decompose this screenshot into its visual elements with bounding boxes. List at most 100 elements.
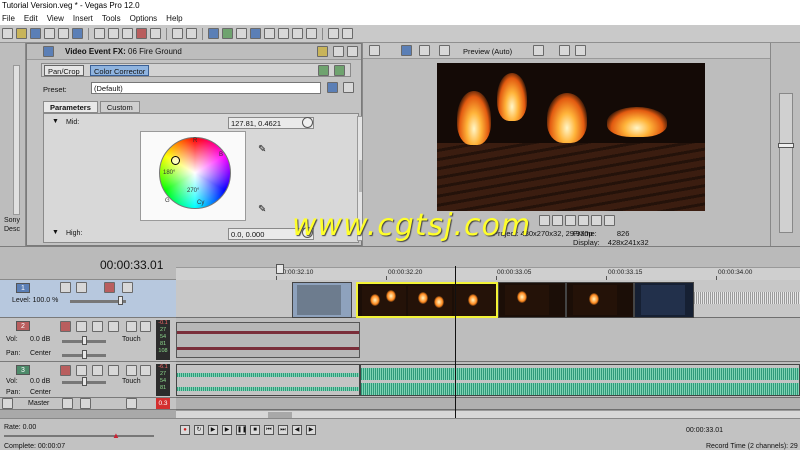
help-icon[interactable] [328,28,339,39]
copy-snapshot-icon[interactable] [559,45,570,56]
menu-edit[interactable]: Edit [24,14,38,23]
preview-next-frame-icon[interactable] [604,215,615,226]
fx-bypass-icon[interactable] [317,46,328,57]
solo-icon[interactable] [140,321,151,332]
split-screen-icon[interactable] [439,45,450,56]
track-3-lane[interactable] [176,362,800,398]
video-fx-icon[interactable] [419,45,430,56]
menu-tools[interactable]: Tools [102,14,121,23]
automation-icon[interactable] [108,365,119,376]
save-preset-icon[interactable] [327,82,338,93]
video-clip[interactable] [634,282,694,318]
prev-frame-button[interactable]: ◀ [292,425,302,435]
menu-file[interactable]: File [2,14,15,23]
automation-mode[interactable]: Touch [122,336,141,343]
pause-button[interactable]: ❚❚ [236,425,247,435]
solo-icon[interactable] [122,282,133,293]
fx-chain-pan-crop[interactable]: Pan/Crop [44,65,84,76]
vol-slider-knob[interactable] [82,377,87,386]
save-icon[interactable] [30,28,41,39]
master-mute-icon[interactable] [126,398,137,409]
video-clip[interactable] [498,282,566,318]
eyedropper-icon[interactable]: ✎ [258,144,266,155]
delete-icon[interactable] [136,28,147,39]
stop-button[interactable]: ■ [250,425,260,435]
edit-tool-icon[interactable] [208,28,219,39]
menu-options[interactable]: Options [130,14,158,23]
timeline-ruler[interactable]: 00:00:32.10 00:00:32.20 00:00:33.05 00:0… [176,267,800,281]
audio-clip[interactable] [176,364,360,396]
master-fx-icon[interactable] [62,398,73,409]
undo-icon[interactable] [172,28,183,39]
render-icon[interactable] [58,28,69,39]
trim-icon[interactable] [150,28,161,39]
snap-icon[interactable] [264,28,275,39]
mute-icon[interactable] [126,321,137,332]
whats-this-icon[interactable] [342,28,353,39]
auto-crossfade-icon[interactable] [278,28,289,39]
master-fader[interactable] [779,93,793,233]
menu-insert[interactable]: Insert [73,14,93,23]
track-1-lane[interactable] [176,280,800,318]
ripple-edit-icon[interactable] [306,28,317,39]
record-arm-icon[interactable] [60,365,71,376]
preview-pause-icon[interactable] [565,215,576,226]
new-icon[interactable] [2,28,13,39]
preview-loop-icon[interactable] [539,215,550,226]
video-clip[interactable] [292,282,352,318]
fx-split-icon[interactable] [333,46,344,57]
selection-tool-icon[interactable] [236,28,247,39]
preview-quality-dropdown[interactable]: Preview (Auto) [463,47,512,56]
save-snapshot-icon[interactable] [575,45,586,56]
paste-icon[interactable] [122,28,133,39]
mid-keyframe-icon[interactable] [302,117,313,128]
track-motion-icon[interactable] [60,282,71,293]
preview-stop-icon[interactable] [578,215,589,226]
play-from-start-button[interactable]: ▶ [208,425,218,435]
lock-envelopes-icon[interactable] [292,28,303,39]
preview-prev-frame-icon[interactable] [591,215,602,226]
track-fx-icon[interactable] [92,365,103,376]
track-2-header[interactable]: 2 Vol: 0.0 dB Touch Pan: Center -0.1 27 … [0,318,176,362]
next-frame-button[interactable]: ▶ [306,425,316,435]
overlays-icon[interactable] [533,45,544,56]
play-button[interactable]: ▶ [222,425,232,435]
automation-mode[interactable]: Touch [122,378,141,385]
fx-split-vertical-icon[interactable] [347,46,358,57]
fx-add-plugin-icon[interactable] [318,65,329,76]
go-to-end-button[interactable]: ⏭ [278,425,288,435]
invert-phase-icon[interactable] [76,365,87,376]
invert-phase-icon[interactable] [76,321,87,332]
menu-view[interactable]: View [47,14,64,23]
redo-icon[interactable] [186,28,197,39]
record-arm-icon[interactable] [60,321,71,332]
rate-slider[interactable] [4,435,154,437]
tab-parameters[interactable]: Parameters [43,101,98,113]
high-expand-icon[interactable]: ▼ [52,229,59,236]
mid-expand-icon[interactable]: ▼ [52,118,59,125]
copy-icon[interactable] [108,28,119,39]
master-automation-icon[interactable] [80,398,91,409]
eyedropper-high-icon[interactable]: ✎ [258,204,266,215]
fx-chain-color-corrector[interactable]: Color Corrector [90,65,150,76]
loop-button[interactable]: ↻ [194,425,204,435]
rate-slider-warning-icon[interactable]: ▲ [112,431,120,440]
level-slider-knob[interactable] [118,296,123,305]
audio-clip[interactable] [360,364,800,396]
track-1-header[interactable]: 1 Level: 100.0 % [0,280,176,318]
menu-help[interactable]: Help [166,14,182,23]
explorer-scrollbar[interactable] [13,65,20,215]
video-clip[interactable] [566,282,634,318]
track-2-lane[interactable] [176,318,800,362]
open-icon[interactable] [16,28,27,39]
master-fader-knob[interactable] [778,143,794,148]
automation-icon[interactable] [108,321,119,332]
playhead-marker-icon[interactable] [276,264,284,274]
preview-play-icon[interactable] [552,215,563,226]
selected-video-clip[interactable] [356,282,498,318]
go-to-start-button[interactable]: ⏮ [264,425,274,435]
solo-icon[interactable] [140,365,151,376]
mute-icon[interactable] [126,365,137,376]
cut-icon[interactable] [94,28,105,39]
track-3-header[interactable]: 3 Vol: 0.0 dB Touch Pan: Center -6.1 27 … [0,362,176,398]
